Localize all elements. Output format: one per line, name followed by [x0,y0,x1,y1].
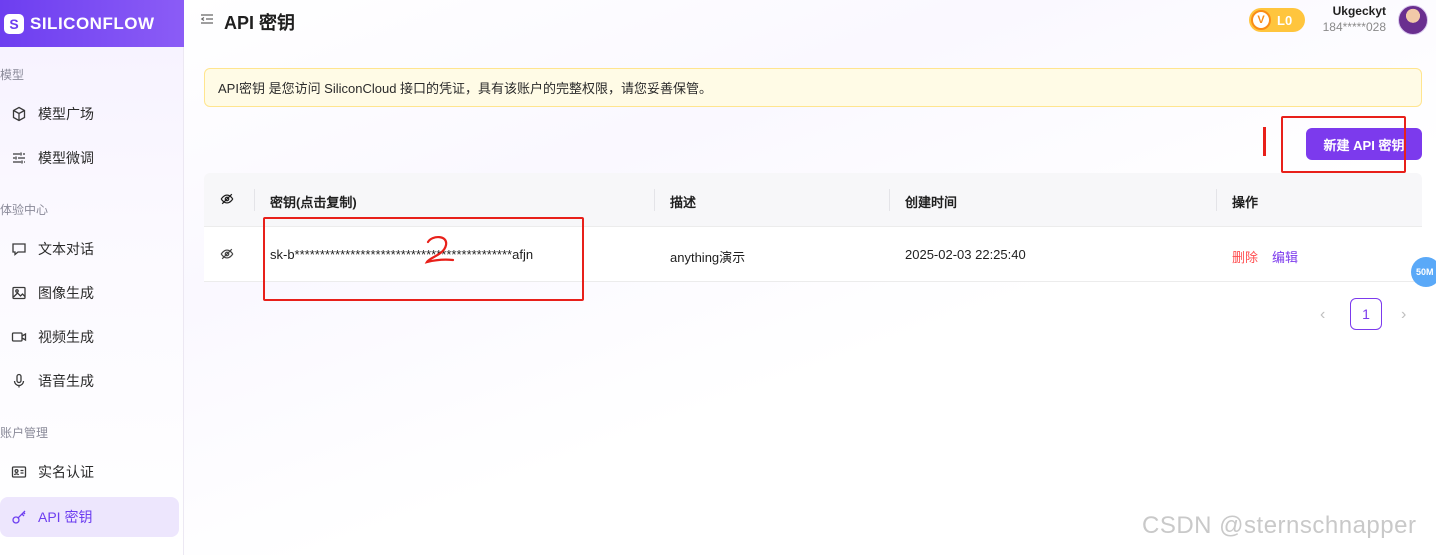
avatar[interactable] [1398,5,1428,35]
key-icon [10,508,28,526]
notice-banner: API密钥 是您访问 SiliconCloud 接口的凭证，具有该账户的完整权限… [204,68,1422,107]
level-badge[interactable]: V L0 [1249,8,1305,32]
sidebar-item-label: 模型广场 [38,106,94,122]
column-separator [1216,189,1217,211]
brand-name: SILICONFLOW [30,13,155,33]
brand-logo[interactable]: S SILICONFLOW [0,0,184,47]
key-description: anything演示 [670,250,746,265]
sidebar-item-image-gen[interactable]: 图像生成 [0,273,179,313]
column-separator [654,189,655,211]
next-page-icon[interactable]: › [1401,306,1406,324]
section-label-account: 账户管理 [0,426,49,440]
notice-text: API密钥 是您访问 SiliconCloud 接口的凭证，具有该账户的完整权限… [218,81,713,96]
watermark: CSDN @sternschnapper [1142,512,1417,539]
user-phone: 184*****028 [1322,20,1386,34]
edit-key-link[interactable]: 编辑 [1272,247,1298,266]
annotation-box-new-key [1281,116,1406,173]
annotation-mark-1 [1263,127,1266,156]
chat-icon [10,240,28,258]
siliconflow-logo-icon: S [4,13,24,34]
user-name[interactable]: Ukgeckyt [1333,4,1386,18]
sidebar-item-label: API 密钥 [38,509,93,525]
id-card-icon [10,463,28,481]
sidebar-item-api-keys[interactable]: API 密钥 [0,497,179,537]
vip-icon: V [1251,10,1271,30]
sidebar-item-model-finetune[interactable]: 模型微调 [0,138,179,178]
sidebar-item-label: 实名认证 [38,464,94,480]
sidebar-item-real-name[interactable]: 实名认证 [0,452,179,492]
section-label-models: 模型 [0,68,25,82]
section-label-experience: 体验中心 [0,203,49,217]
column-header-key: 密钥(点击复制) [270,195,357,210]
toggle-visibility-icon[interactable] [220,247,234,264]
eye-off-icon[interactable] [220,192,234,209]
page-title: API 密钥 [224,13,296,33]
cube-icon [10,105,28,123]
level-text: L0 [1277,12,1293,28]
column-header-description: 描述 [670,195,697,210]
sliders-icon [10,149,28,167]
prev-page-icon[interactable]: ‹ [1320,306,1325,324]
sidebar-item-video-gen[interactable]: 视频生成 [0,317,179,357]
delete-key-link[interactable]: 删除 [1232,247,1258,266]
sidebar: S SILICONFLOW 模型 模型广场 模型微调 体验中心 文本对话 图像生… [0,0,184,555]
sidebar-item-label: 语音生成 [38,373,94,389]
annotation-mark-2 [424,236,455,264]
floating-speed-badge[interactable]: 50M [1411,257,1436,287]
key-created-time: 2025-02-03 22:25:40 [905,247,1026,262]
column-separator [889,189,890,211]
column-header-created: 创建时间 [905,195,958,210]
column-separator [254,189,255,211]
image-icon [10,284,28,302]
collapse-sidebar-icon[interactable] [200,12,214,26]
sidebar-item-text-chat[interactable]: 文本对话 [0,229,179,269]
sidebar-item-label: 图像生成 [38,285,94,301]
sidebar-item-label: 文本对话 [38,241,94,257]
video-icon [10,328,28,346]
microphone-icon [10,372,28,390]
sidebar-item-label: 视频生成 [38,329,94,345]
sidebar-item-label: 模型微调 [38,150,94,166]
sidebar-item-voice-gen[interactable]: 语音生成 [0,361,179,401]
sidebar-item-model-square[interactable]: 模型广场 [0,94,179,134]
page-number-current[interactable]: 1 [1350,298,1382,330]
column-header-actions: 操作 [1232,195,1259,210]
